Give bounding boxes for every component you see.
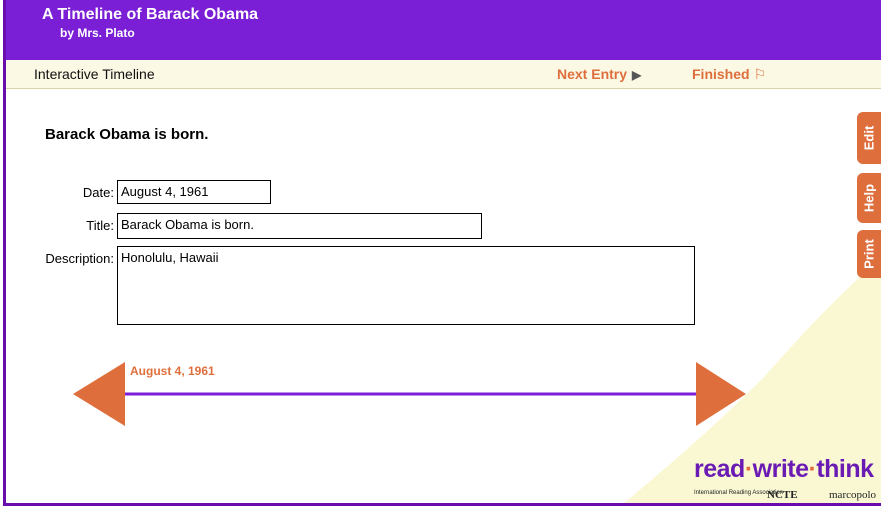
app-window: A Timeline of Barack Obama by Mrs. Plato… (0, 0, 881, 508)
next-arrow[interactable] (696, 362, 746, 426)
readwritethink-logo: read·write·think (694, 455, 874, 483)
partner-logos: International Reading Association NCTE m… (692, 488, 881, 502)
timeline-date-label: August 4, 1961 (130, 364, 215, 378)
help-tab[interactable]: Help (857, 173, 881, 223)
previous-arrow[interactable] (73, 362, 125, 426)
edit-tab[interactable]: Edit (857, 112, 881, 164)
timeline-frame: A Timeline of Barack Obama by Mrs. Plato… (3, 0, 881, 506)
print-tab[interactable]: Print (857, 230, 881, 278)
timeline-graphic (73, 362, 746, 426)
marcopolo-logo: marcopolo (829, 489, 877, 501)
ncte-logo: NCTE (767, 489, 798, 501)
